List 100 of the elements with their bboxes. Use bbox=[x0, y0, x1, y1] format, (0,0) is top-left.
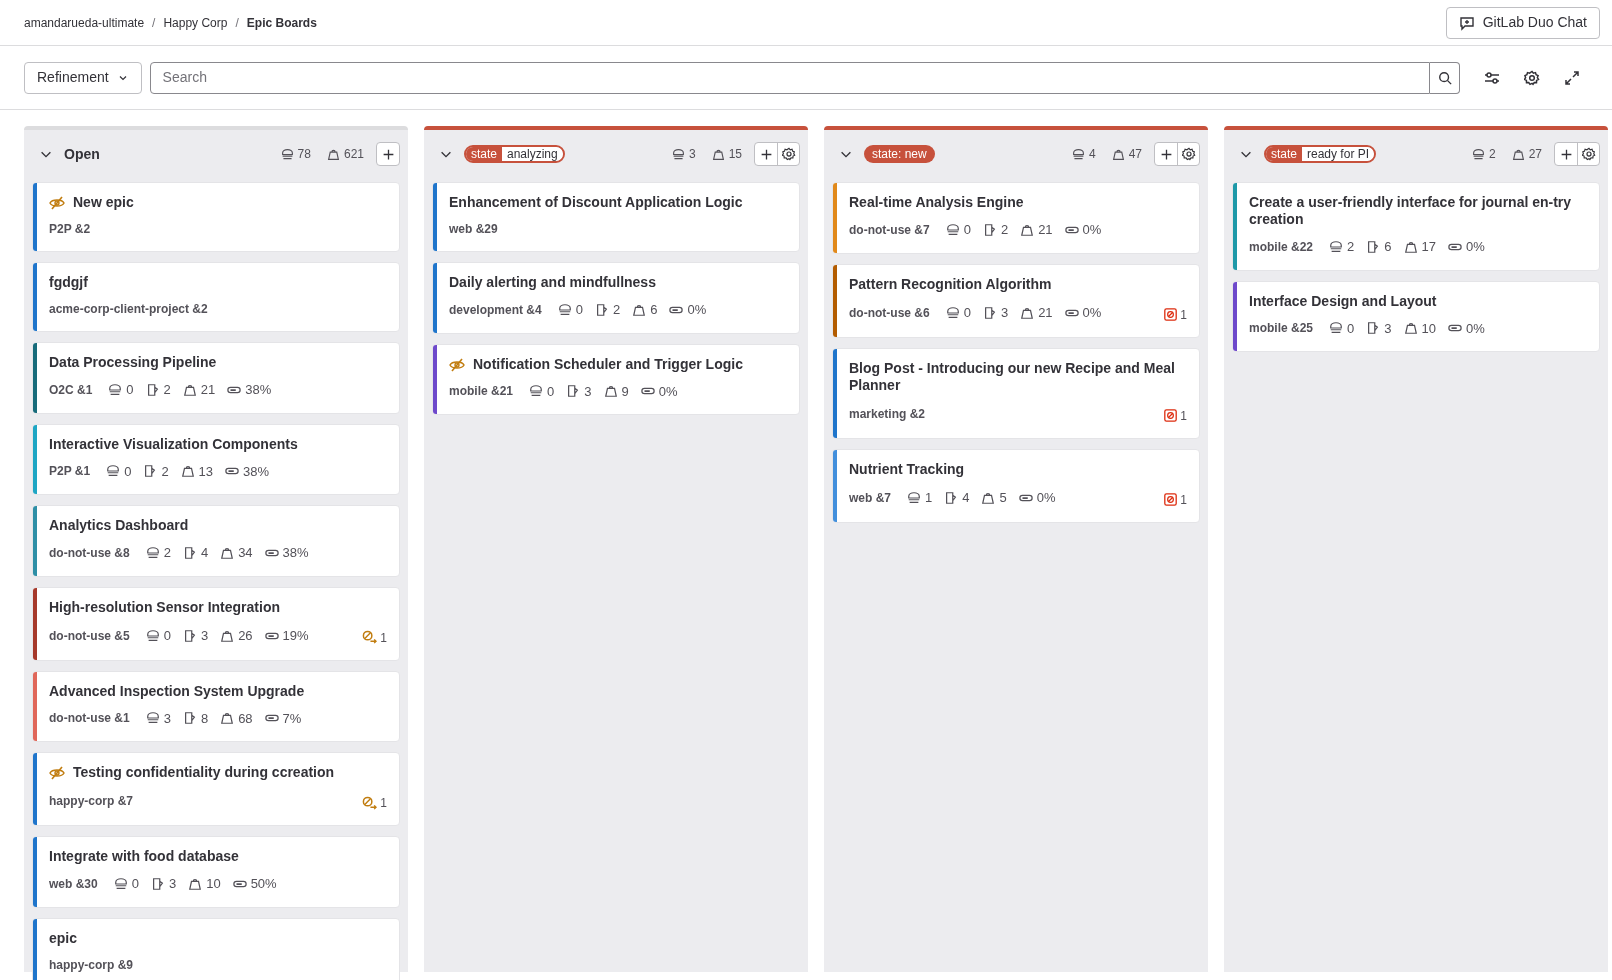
issue-icon bbox=[150, 876, 165, 891]
epic-reference: mobile &25 bbox=[1249, 320, 1314, 338]
epic-title[interactable]: Enhancement of Discount Application Logic bbox=[449, 194, 743, 211]
epic-title[interactable]: epic bbox=[49, 929, 77, 947]
issue-icon bbox=[566, 384, 581, 399]
epic-title[interactable]: Notification Scheduler and Trigger Logic bbox=[473, 355, 743, 373]
list-settings-button[interactable] bbox=[1177, 143, 1199, 165]
chat-sparkle-icon bbox=[1458, 14, 1475, 31]
epic-reference: do-not-use &5 bbox=[49, 627, 130, 645]
breadcrumb-link[interactable]: Epic Boards bbox=[246, 13, 317, 32]
progress-percentage: 0% bbox=[1447, 237, 1485, 257]
epic-card[interactable]: Real-time Analysis Engine do-not-use &7 0 2 21 0% bbox=[832, 182, 1200, 254]
stack-icon bbox=[108, 382, 123, 397]
board-selector[interactable]: Refinement bbox=[24, 61, 142, 94]
epic-card[interactable]: Interactive Visualization Components P2P &1 0 2 13 38% bbox=[32, 423, 400, 495]
issue-icon bbox=[143, 464, 158, 479]
epic-title[interactable]: Create a user-friendly interface for journal en-try creation bbox=[1249, 194, 1587, 228]
weight-count: 21 bbox=[1020, 302, 1053, 323]
epic-count: 78 bbox=[280, 145, 311, 163]
weight-icon bbox=[1403, 321, 1418, 336]
label-badge: state: new bbox=[864, 145, 935, 163]
child-epic-count: 0 bbox=[1329, 318, 1355, 338]
weight-icon bbox=[1020, 305, 1035, 320]
epic-title[interactable]: High-resolution Sensor Integration bbox=[49, 598, 280, 616]
epic-card[interactable]: New epic P2P &2 bbox=[32, 182, 400, 252]
stack-icon bbox=[1329, 321, 1344, 336]
epic-count: 2 bbox=[1471, 145, 1496, 163]
search-icon bbox=[1437, 70, 1452, 85]
epic-card[interactable]: fgdgjf acme-corp-client-project &2 bbox=[32, 262, 400, 332]
epic-card[interactable]: Daily alerting and mindfullness development &4 0 2 6 0% bbox=[432, 262, 800, 334]
epic-reference: happy-corp &9 bbox=[49, 956, 133, 974]
stack-icon bbox=[557, 302, 572, 317]
plus-icon bbox=[1159, 147, 1173, 161]
issue-icon bbox=[982, 222, 997, 237]
scoped-label-badge: state analyzing bbox=[464, 145, 565, 163]
list-settings-button[interactable] bbox=[777, 143, 799, 165]
epic-card[interactable]: Data Processing Pipeline O2C &1 0 2 21 38% bbox=[32, 342, 400, 414]
epic-card[interactable]: High-resolution Sensor Integration do-not-use &5 0 3 26 19% 1 bbox=[32, 586, 400, 661]
weight-count: 47 bbox=[1111, 145, 1142, 163]
epic-title[interactable]: Testing confidentiality during ccreation bbox=[73, 764, 335, 781]
weight-count: 621 bbox=[326, 145, 364, 163]
epic-title[interactable]: Pattern Recognition Algorithm bbox=[849, 275, 1052, 293]
epic-card[interactable]: Pattern Recognition Algorithm do-not-use &6 0 3 21 0% 1 bbox=[832, 263, 1200, 338]
weight-icon bbox=[632, 302, 647, 317]
epic-title[interactable]: Real-time Analysis Engine bbox=[849, 194, 1024, 211]
issue-count: 2 bbox=[143, 461, 169, 481]
epic-card[interactable]: Analytics Dashboard do-not-use &8 2 4 34 38% bbox=[32, 505, 400, 577]
progress-percentage: 50% bbox=[232, 874, 277, 894]
epic-title[interactable]: Interface Design and Layout bbox=[1249, 292, 1437, 310]
epic-card[interactable]: epic happy-corp &9 bbox=[32, 917, 400, 980]
weight-icon bbox=[220, 628, 235, 643]
epic-title[interactable]: New epic bbox=[73, 194, 134, 211]
epic-card[interactable]: Enhancement of Discount Application Logic web &29 bbox=[432, 182, 800, 252]
epic-reference: web &30 bbox=[49, 875, 98, 893]
epic-title[interactable]: Interactive Visualization Components bbox=[49, 435, 298, 453]
epic-card[interactable]: Integrate with food database web &30 0 3 10 50% bbox=[32, 836, 400, 908]
epic-card[interactable]: Advanced Inspection System Upgrade do-not-use &1 3 8 68 7% bbox=[32, 670, 400, 742]
epic-title[interactable]: Integrate with food database bbox=[49, 848, 239, 865]
epic-card[interactable]: Interface Design and Layout mobile &25 0 3 10 0% bbox=[1232, 280, 1600, 352]
epic-title[interactable]: Nutrient Tracking bbox=[849, 460, 965, 478]
search-field[interactable]: Search bbox=[149, 61, 1430, 94]
epic-reference: do-not-use &8 bbox=[49, 544, 130, 562]
blocked-count: 1 bbox=[1180, 407, 1187, 425]
list-settings-button[interactable] bbox=[1577, 143, 1599, 165]
epic-card[interactable]: Notification Scheduler and Trigger Logic mobile &21 0 3 9 0% bbox=[432, 343, 800, 415]
stack-icon bbox=[113, 876, 128, 891]
epic-card[interactable]: Nutrient Tracking web &7 1 4 5 0% 1 bbox=[832, 448, 1200, 523]
epic-title[interactable]: Blog Post - Introducing our new Recipe and Meal Planner bbox=[849, 359, 1187, 394]
epic-title[interactable]: Daily alerting and mindfullness bbox=[449, 274, 656, 291]
blocked-count: 1 bbox=[1180, 491, 1187, 509]
epic-reference: mobile &21 bbox=[449, 383, 514, 401]
weight-count: 68 bbox=[220, 708, 253, 728]
weight-count: 15 bbox=[711, 145, 742, 163]
stack-icon bbox=[1471, 147, 1485, 161]
stack-icon bbox=[1071, 147, 1085, 161]
epic-reference: marketing &2 bbox=[849, 405, 926, 423]
epic-title[interactable]: Analytics Dashboard bbox=[49, 517, 189, 534]
epic-title[interactable]: fgdgjf bbox=[49, 274, 88, 291]
child-epic-count: 1 bbox=[907, 487, 933, 508]
epic-card[interactable]: Blog Post - Introducing our new Recipe and Meal Planner marketing &2 1 bbox=[832, 347, 1200, 439]
epic-reference: web &29 bbox=[449, 221, 498, 238]
breadcrumb-link[interactable]: amandarueda-ultimate bbox=[24, 13, 145, 32]
issue-count: 4 bbox=[182, 543, 209, 563]
weight-count: 6 bbox=[632, 300, 658, 320]
weight-count: 21 bbox=[182, 380, 216, 400]
epic-reference: do-not-use &7 bbox=[849, 221, 930, 239]
weight-icon bbox=[182, 382, 197, 397]
breadcrumb-separator: / bbox=[152, 14, 156, 32]
duo-chat-button[interactable]: GitLab Duo Chat bbox=[1445, 6, 1600, 39]
weight-count: 10 bbox=[188, 874, 221, 894]
epic-card[interactable]: Create a user-friendly interface for journal en-try creation mobile &22 2 6 17 0% bbox=[1232, 182, 1600, 271]
progress-percentage: 0% bbox=[669, 300, 707, 320]
epic-card[interactable]: Testing confidentiality during ccreation happy-corp &7 1 bbox=[32, 752, 400, 826]
search-button[interactable] bbox=[1430, 61, 1460, 94]
breadcrumb-link[interactable]: Happy Corp bbox=[163, 13, 228, 32]
weight-count: 17 bbox=[1403, 237, 1436, 257]
epic-title[interactable]: Data Processing Pipeline bbox=[49, 354, 217, 371]
weight-icon bbox=[603, 384, 618, 399]
epic-title[interactable]: Advanced Inspection System Upgrade bbox=[49, 682, 305, 700]
issue-count: 6 bbox=[1366, 237, 1392, 257]
